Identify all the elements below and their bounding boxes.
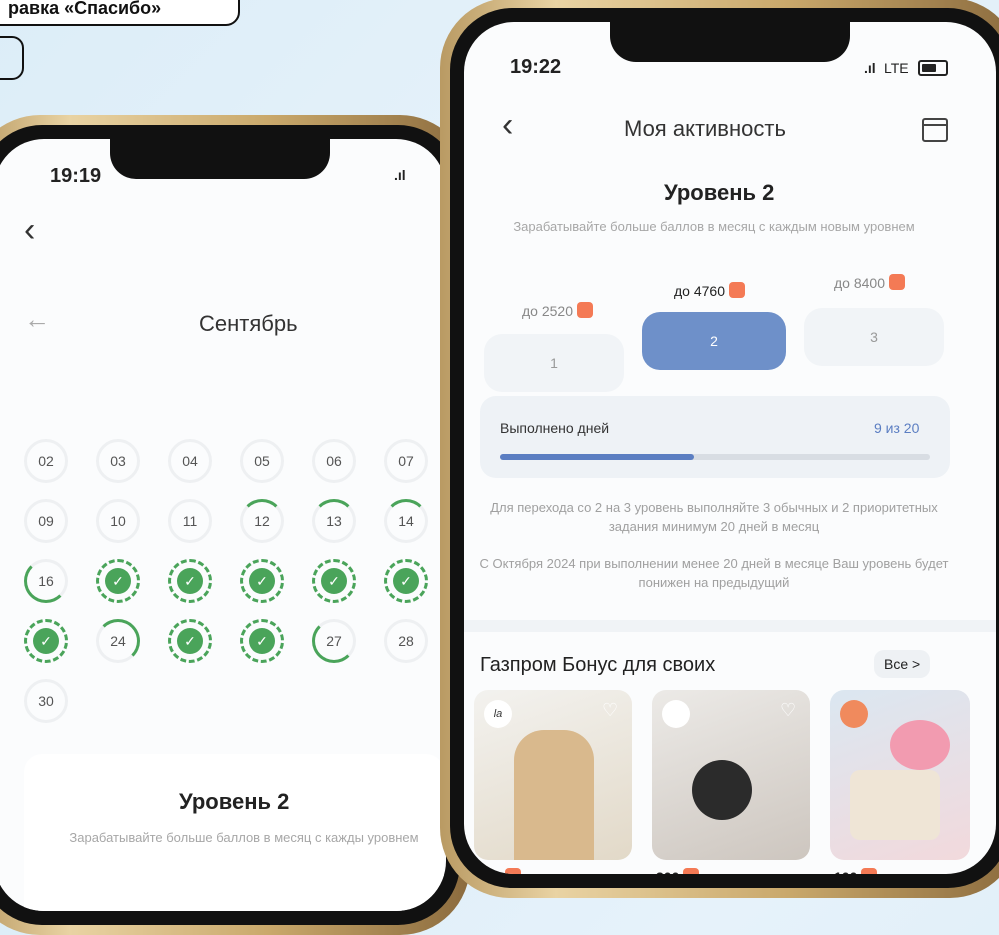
brand-tag bbox=[840, 700, 868, 728]
level-subtitle: Зарабатывайте больше баллов в месяц с ка… bbox=[69, 830, 419, 845]
bolt-icon bbox=[729, 282, 745, 298]
progress-fill bbox=[500, 454, 694, 460]
calendar-day-completed[interactable]: ✓ bbox=[312, 559, 356, 603]
back-icon[interactable]: ‹ bbox=[24, 213, 35, 247]
calendar-day[interactable]: 27 bbox=[312, 619, 356, 663]
cake-image bbox=[850, 770, 940, 840]
tier-2-button[interactable]: 2 bbox=[642, 312, 786, 370]
brand-tag: la bbox=[484, 700, 512, 728]
progress-count: 9 из 20 bbox=[874, 420, 920, 436]
check-icon: ✓ bbox=[105, 568, 131, 594]
tier-2-limit: до 4760 bbox=[674, 282, 745, 299]
level-title: Уровень 2 bbox=[179, 789, 290, 814]
bolt-icon bbox=[577, 302, 593, 318]
section-title: Газпром Бонус для своих bbox=[480, 654, 716, 676]
bolt-icon bbox=[683, 868, 700, 874]
calendar-day[interactable]: 14 bbox=[384, 499, 428, 543]
calendar-day-completed[interactable]: ✓ bbox=[24, 619, 68, 663]
check-icon: ✓ bbox=[33, 628, 59, 654]
network-label: LTE bbox=[884, 60, 909, 76]
calendar-day-completed[interactable]: ✓ bbox=[384, 559, 428, 603]
level-down-note: С Октября 2024 при выполнении менее 20 д… bbox=[479, 556, 949, 590]
banner-label: равка «Спасибо» bbox=[0, 0, 240, 26]
calendar-day[interactable]: 04 bbox=[168, 439, 212, 483]
brand-tag bbox=[662, 700, 690, 728]
offer-card[interactable]: la ♡ bbox=[474, 690, 632, 860]
offer-card[interactable]: ♡ bbox=[652, 690, 810, 860]
calendar-day[interactable]: 10 bbox=[96, 499, 140, 543]
calendar-day-completed[interactable]: ✓ bbox=[240, 559, 284, 603]
calendar-day[interactable]: 24 bbox=[96, 619, 140, 663]
check-icon: ✓ bbox=[177, 628, 203, 654]
calendar-day[interactable]: 07 bbox=[384, 439, 428, 483]
tier-1-button[interactable]: 1 bbox=[484, 334, 624, 392]
progress-label: Выполнено дней bbox=[500, 420, 610, 436]
divider bbox=[464, 620, 996, 632]
calendar-icon[interactable] bbox=[922, 118, 948, 142]
progress-card bbox=[480, 396, 950, 478]
banner-pill bbox=[0, 36, 24, 80]
tier-3-button[interactable]: 3 bbox=[804, 308, 944, 366]
calendar-day[interactable]: 06 bbox=[312, 439, 356, 483]
level-subtitle: Зарабатывайте больше баллов в месяц с ка… bbox=[513, 219, 915, 234]
offer-card[interactable] bbox=[830, 690, 970, 860]
battery-icon bbox=[918, 60, 948, 76]
check-icon: ✓ bbox=[177, 568, 203, 594]
calendar-day[interactable]: 13 bbox=[312, 499, 356, 543]
calendar-day[interactable]: 02 bbox=[24, 439, 68, 483]
calendar-day[interactable]: 09 bbox=[24, 499, 68, 543]
calendar-day[interactable]: 16 bbox=[24, 559, 68, 603]
tier-3-limit: до 8400 bbox=[834, 274, 905, 291]
calendar-day-completed[interactable]: ✓ bbox=[168, 559, 212, 603]
heart-icon[interactable]: ♡ bbox=[780, 701, 798, 719]
prev-month-arrow-icon[interactable]: ← bbox=[24, 304, 50, 335]
offer-price: 100 bbox=[834, 868, 878, 874]
tier-1-limit: до 2520 bbox=[522, 302, 593, 319]
calendar-day-completed[interactable]: ✓ bbox=[96, 559, 140, 603]
signal-icon: .ıl bbox=[864, 60, 876, 76]
calendar-day[interactable]: 28 bbox=[384, 619, 428, 663]
calendar-day[interactable]: 30 bbox=[24, 679, 68, 723]
right-phone: 19:22 .ıl LTE ‹ Моя активность Уровень 2… bbox=[440, 0, 999, 898]
bolt-icon bbox=[861, 868, 878, 874]
bolt-icon bbox=[889, 274, 905, 290]
offer-price: 200 bbox=[478, 868, 522, 874]
flowers-image bbox=[890, 720, 950, 770]
month-title: Сентябрь bbox=[199, 311, 298, 336]
calendar-day[interactable]: 12 bbox=[240, 499, 284, 543]
level-title: Уровень 2 bbox=[664, 180, 775, 205]
status-time: 19:22 bbox=[510, 56, 562, 78]
check-icon: ✓ bbox=[249, 628, 275, 654]
level-up-note: Для перехода со 2 на 3 уровень выполняйт… bbox=[490, 500, 938, 534]
notch bbox=[610, 22, 850, 62]
check-icon: ✓ bbox=[249, 568, 275, 594]
coat-image bbox=[514, 730, 594, 860]
status-time: 19:19 bbox=[50, 165, 102, 187]
check-icon: ✓ bbox=[393, 568, 419, 594]
bolt-icon bbox=[505, 868, 522, 874]
check-icon: ✓ bbox=[321, 568, 347, 594]
calendar-day[interactable]: 11 bbox=[168, 499, 212, 543]
left-phone: 19:19 .ıl ‹ ← Сентябрь 02 03 04 05 06 07… bbox=[0, 115, 470, 935]
right-screen: 19:22 .ıl LTE ‹ Моя активность Уровень 2… bbox=[464, 22, 996, 874]
calendar-day[interactable]: 03 bbox=[96, 439, 140, 483]
page-title: Моя активность bbox=[624, 116, 786, 141]
heart-icon[interactable]: ♡ bbox=[602, 701, 620, 719]
calendar-day[interactable]: 05 bbox=[240, 439, 284, 483]
back-icon[interactable]: ‹ bbox=[502, 108, 513, 142]
left-screen: 19:19 .ıl ‹ ← Сентябрь 02 03 04 05 06 07… bbox=[0, 139, 446, 911]
notch bbox=[110, 139, 330, 179]
cosmetics-image bbox=[692, 760, 752, 820]
signal-icon: .ıl bbox=[394, 167, 406, 183]
calendar-day-completed[interactable]: ✓ bbox=[168, 619, 212, 663]
see-all-button[interactable]: Все > bbox=[874, 650, 931, 678]
offer-price: 300 bbox=[656, 868, 700, 874]
calendar-day-completed[interactable]: ✓ bbox=[240, 619, 284, 663]
